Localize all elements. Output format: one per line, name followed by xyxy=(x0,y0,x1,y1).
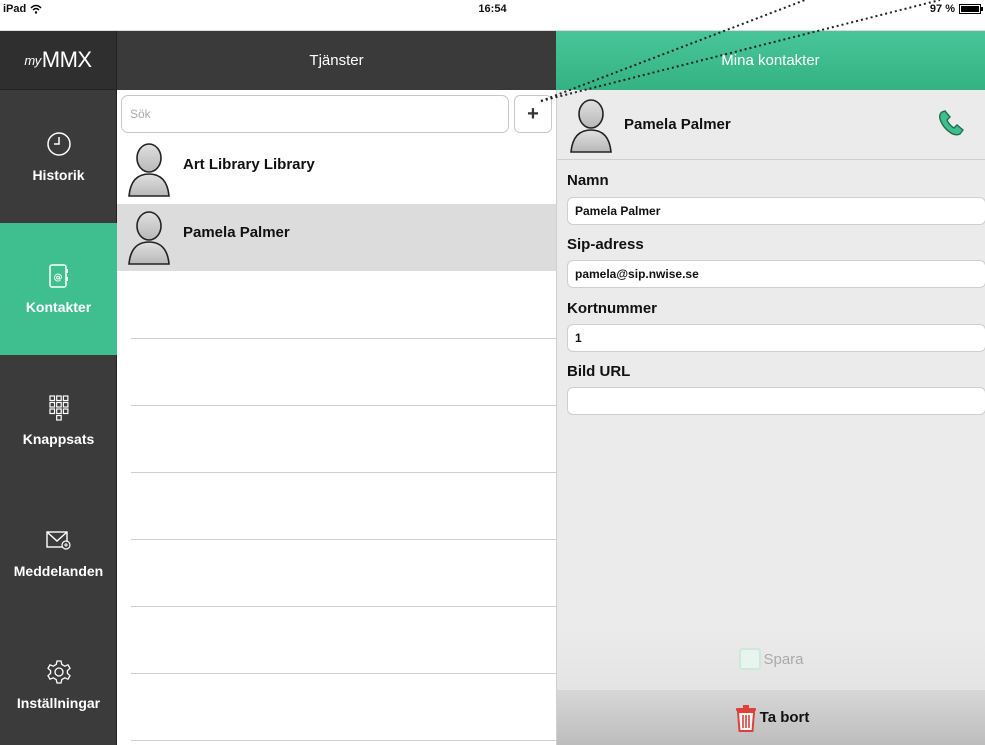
delete-button[interactable]: Ta bort xyxy=(557,690,985,745)
delete-label: Ta bort xyxy=(759,709,810,726)
sip-address-field[interactable] xyxy=(567,260,985,288)
logo-prefix: my xyxy=(24,52,41,68)
sidebar-item-label: Inställningar xyxy=(16,695,101,711)
image-url-label: Bild URL xyxy=(567,363,631,380)
sidebar-item-installningar[interactable]: Inställningar xyxy=(0,619,117,745)
app-logo: my MMX xyxy=(0,31,116,90)
row-divider xyxy=(131,405,556,406)
gear-icon xyxy=(46,659,72,685)
sip-label: Sip-adress xyxy=(567,236,644,253)
sidebar-item-label: Meddelanden xyxy=(13,563,104,579)
status-time: 16:54 xyxy=(478,3,507,15)
save-button[interactable]: Spara xyxy=(557,628,985,690)
list-item[interactable]: Art Library Library xyxy=(117,136,556,203)
sidebar: my MMX Historik @ Kontakter Knappsats Me… xyxy=(0,31,117,745)
sidebar-item-label: Historik xyxy=(32,167,85,183)
name-field[interactable] xyxy=(567,197,985,225)
short-number-label: Kortnummer xyxy=(567,300,658,317)
contact-detail-panel: Pamela Palmer Namn Sip-adress Kortnummer… xyxy=(556,90,985,745)
contact-name: Pamela Palmer xyxy=(183,224,290,241)
contact-list-panel: + Art Library Library Pamela Palmer xyxy=(117,90,556,745)
detail-contact-name: Pamela Palmer xyxy=(624,116,731,133)
services-title: Tjänster xyxy=(309,52,364,69)
trash-icon xyxy=(735,704,756,732)
battery-percent: 97 % xyxy=(929,3,955,15)
status-bar: iPad 16:54 97 % xyxy=(0,0,985,31)
row-divider xyxy=(131,606,556,607)
sidebar-item-meddelanden[interactable]: Meddelanden xyxy=(0,487,117,619)
search-row: + xyxy=(121,95,552,133)
plus-icon: + xyxy=(527,102,539,125)
name-label: Namn xyxy=(567,172,609,189)
save-label: Spara xyxy=(763,650,804,668)
add-contact-button[interactable]: + xyxy=(514,95,552,133)
short-number-field[interactable] xyxy=(567,324,985,352)
contact-name: Art Library Library xyxy=(183,156,315,173)
battery-icon xyxy=(959,4,983,14)
avatar xyxy=(128,143,170,197)
sidebar-item-label: Knappsats xyxy=(22,431,95,447)
sidebar-item-label: Kontakter xyxy=(25,299,92,315)
envelope-icon xyxy=(45,527,72,553)
contact-detail-header: Mina kontakter xyxy=(556,31,985,90)
phone-icon[interactable] xyxy=(936,108,966,138)
sidebar-item-knappsats[interactable]: Knappsats xyxy=(0,355,117,487)
row-divider xyxy=(131,673,556,674)
row-divider xyxy=(131,539,556,540)
save-icon xyxy=(739,648,762,670)
row-divider xyxy=(131,472,556,473)
services-header: Tjänster xyxy=(117,31,556,90)
image-url-field[interactable] xyxy=(567,387,985,415)
clock-icon xyxy=(46,131,72,157)
svg-text:@: @ xyxy=(53,273,62,283)
sidebar-item-kontakter[interactable]: @ Kontakter xyxy=(0,223,117,355)
avatar xyxy=(570,99,612,153)
logo-main: MMX xyxy=(41,47,92,72)
address-book-icon: @ xyxy=(46,263,72,289)
detail-title: Mina kontakter xyxy=(721,52,820,69)
row-divider xyxy=(131,338,556,339)
status-right: 97 % xyxy=(929,3,983,15)
avatar xyxy=(128,211,170,265)
row-divider xyxy=(131,740,556,741)
sidebar-item-historik[interactable]: Historik xyxy=(0,91,117,223)
contact-detail-head: Pamela Palmer xyxy=(557,90,985,160)
keypad-icon xyxy=(46,395,72,421)
list-item[interactable]: Pamela Palmer xyxy=(117,204,556,271)
search-input[interactable] xyxy=(121,95,509,133)
